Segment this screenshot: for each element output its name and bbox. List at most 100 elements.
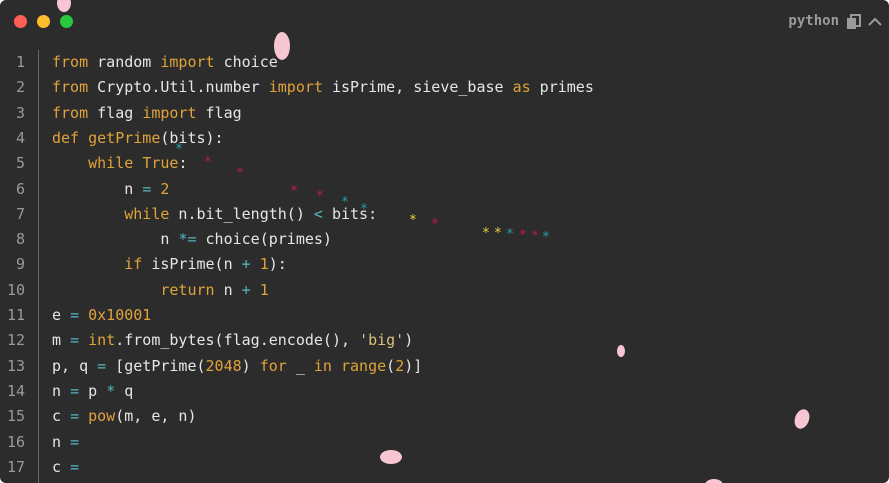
minimize-dot[interactable]	[37, 15, 50, 28]
line-number: 4	[15, 128, 25, 147]
code-line-text: from random import choice	[52, 50, 278, 75]
code-token: for	[259, 356, 287, 375]
star-decoration: *	[360, 202, 368, 217]
star-decoration: *	[542, 230, 550, 245]
line-number: 14	[6, 381, 25, 400]
code-line: 15 c = pow(m, e, n)	[0, 404, 889, 429]
petal-decoration	[705, 479, 723, 483]
close-dot[interactable]	[14, 15, 27, 28]
code-token: =	[70, 432, 80, 451]
code-line: 17 c =	[0, 455, 889, 480]
code-token: in	[313, 356, 332, 375]
code-line-text: n *= choice(primes)	[52, 227, 332, 252]
code-token: n.bit_length()	[169, 204, 314, 223]
code-token: =	[142, 179, 152, 198]
code-token: random	[88, 53, 161, 71]
code-line-text: while True:	[52, 151, 187, 176]
code-token: *	[106, 381, 116, 400]
line-number: 7	[15, 204, 25, 223]
code-token: from	[52, 78, 89, 97]
code-token: import	[160, 53, 215, 71]
code-token: flag	[196, 103, 242, 122]
code-line-text: n =	[52, 430, 79, 455]
code-token: =	[70, 331, 80, 350]
code-line: 16 n =	[0, 430, 889, 455]
star-decoration: *	[236, 166, 244, 181]
petal-decoration	[274, 32, 290, 60]
petal-decoration	[617, 345, 625, 357]
maximize-dot[interactable]	[60, 15, 73, 28]
code-line: 13 p, q = [getPrime(2048) for _ in range(…	[0, 354, 889, 379]
code-line-text: p, q = [getPrime(2048) for _ in range(2)…	[52, 354, 422, 379]
line-number: 2	[15, 78, 25, 97]
code-line: 4 def getPrime(bits):	[0, 126, 889, 151]
code-line-text: n = 2	[52, 177, 169, 202]
petal-decoration	[794, 409, 810, 429]
code-token: <	[313, 204, 323, 223]
star-decoration: *	[409, 213, 417, 228]
code-line: 6 n = 2	[0, 177, 889, 202]
line-number: 11	[6, 306, 25, 324]
code-token: isPrime, sieve_base	[322, 78, 513, 97]
code-token: (m, e, n)	[115, 407, 197, 426]
code-token: .from_bytes(flag.encode(),	[115, 331, 360, 350]
code-token: [getPrime(	[106, 356, 206, 375]
code-line-text: n = p * q	[52, 379, 133, 404]
code-token: from	[52, 103, 89, 122]
star-decoration: *	[494, 226, 502, 241]
code-token: range	[341, 356, 387, 375]
star-decoration: *	[431, 217, 439, 232]
code-token: bits:	[322, 204, 378, 223]
line-number: 9	[15, 255, 25, 274]
code-token: =	[97, 356, 107, 375]
code-token: e	[52, 306, 71, 324]
code-line: 14 n = p * q	[0, 379, 889, 404]
code-token: choice(primes)	[196, 230, 332, 249]
code-block-titlebar: python	[0, 0, 889, 44]
chevron-up-icon[interactable]	[867, 14, 883, 30]
star-decoration: *	[482, 226, 490, 241]
star-decoration: *	[316, 189, 324, 204]
line-number: 12	[6, 331, 25, 350]
code-token: 1	[259, 255, 269, 274]
star-decoration: *	[204, 155, 212, 170]
star-decoration: *	[506, 227, 514, 242]
code-token: q	[115, 381, 134, 400]
copy-icon[interactable]	[846, 14, 862, 30]
code-token: )]	[404, 356, 423, 375]
code-line-text: from flag import flag	[52, 101, 242, 126]
code-token: +	[241, 255, 251, 274]
code-token: c	[52, 457, 71, 476]
code-token: p	[79, 381, 107, 400]
code-token: while	[124, 204, 170, 223]
code-token: _	[286, 356, 314, 375]
line-number: 5	[15, 154, 25, 173]
code-token: True	[142, 154, 179, 173]
code-line: 3 from flag import flag	[0, 101, 889, 126]
code-token: Crypto.Util.number	[88, 78, 269, 97]
code-token: 2	[160, 179, 170, 198]
code-line: 1 from random import choice	[0, 50, 889, 75]
code-token: pow	[88, 407, 116, 426]
code-line: 8 n *= choice(primes)	[0, 227, 889, 252]
code-line-text: c = pow(m, e, n)	[52, 404, 197, 429]
code-token: primes	[530, 78, 594, 97]
code-token: n	[52, 432, 71, 451]
code-line-text: e = 0x10001	[52, 303, 151, 328]
line-number: 3	[15, 103, 25, 122]
line-number: 8	[15, 230, 25, 249]
code-token: )	[404, 331, 414, 350]
code-token: p, q	[52, 356, 98, 375]
star-decoration: *	[341, 195, 349, 210]
code-line: 2 from Crypto.Util.number import isPrime,…	[0, 75, 889, 100]
code-token: n	[52, 230, 179, 249]
code-token: n	[214, 280, 242, 299]
code-token: as	[512, 78, 531, 97]
line-number: 16	[6, 432, 25, 451]
code-token: isPrime(n	[142, 255, 242, 274]
petal-decoration	[380, 450, 402, 464]
